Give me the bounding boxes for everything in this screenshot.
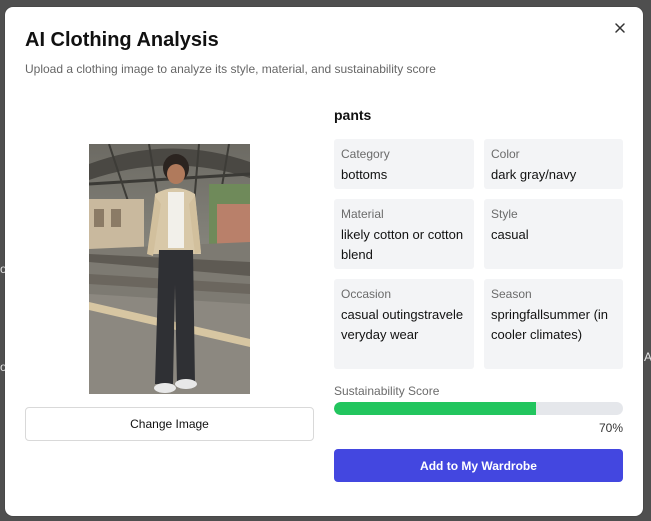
attribute-card-category: Category bottoms <box>334 139 474 189</box>
attribute-card-material: Material likely cotton or cotton blend <box>334 199 474 269</box>
attribute-card-style: Style casual <box>484 199 623 269</box>
attribute-label: Occasion <box>341 287 392 301</box>
attribute-value: casual outingstraveleveryday wear <box>341 307 464 342</box>
attribute-value: dark gray/navy <box>491 167 577 182</box>
background-text: A <box>644 350 651 364</box>
sustainability-progress-fill <box>334 402 537 415</box>
analysis-modal: AI Clothing Analysis Upload a clothing i… <box>5 7 643 516</box>
attribute-label: Season <box>491 287 532 301</box>
attribute-card-season: Season springfallsummer (in cooler clima… <box>484 279 623 369</box>
sustainability-progress-bar <box>334 402 623 415</box>
attribute-card-occasion: Occasion casual outingstraveleveryday we… <box>334 279 474 369</box>
attribute-value: casual <box>491 227 529 242</box>
sustainability-label: Sustainability Score <box>334 384 440 398</box>
close-icon <box>615 23 625 33</box>
attribute-label: Category <box>341 147 390 161</box>
attribute-grid: Category bottoms Color dark gray/navy Ma… <box>334 139 623 369</box>
attribute-label: Material <box>341 207 384 221</box>
attribute-value: springfallsummer (in cooler climates) <box>491 307 609 342</box>
attribute-value: bottoms <box>341 167 388 182</box>
modal-title: AI Clothing Analysis <box>25 29 219 51</box>
modal-subtitle: Upload a clothing image to analyze its s… <box>25 62 436 76</box>
attribute-label: Style <box>491 207 518 221</box>
attribute-label: Color <box>491 147 520 161</box>
attribute-value: likely cotton or cotton blend <box>341 227 464 262</box>
uploaded-clothing-photo <box>89 144 250 394</box>
change-image-button[interactable]: Change Image <box>25 407 314 441</box>
close-button[interactable] <box>611 19 629 37</box>
sustainability-percentage: 70% <box>598 421 623 435</box>
attribute-card-color: Color dark gray/navy <box>484 139 623 189</box>
detected-item-name: pants <box>334 107 372 123</box>
add-to-wardrobe-button[interactable]: Add to My Wardrobe <box>334 449 623 482</box>
